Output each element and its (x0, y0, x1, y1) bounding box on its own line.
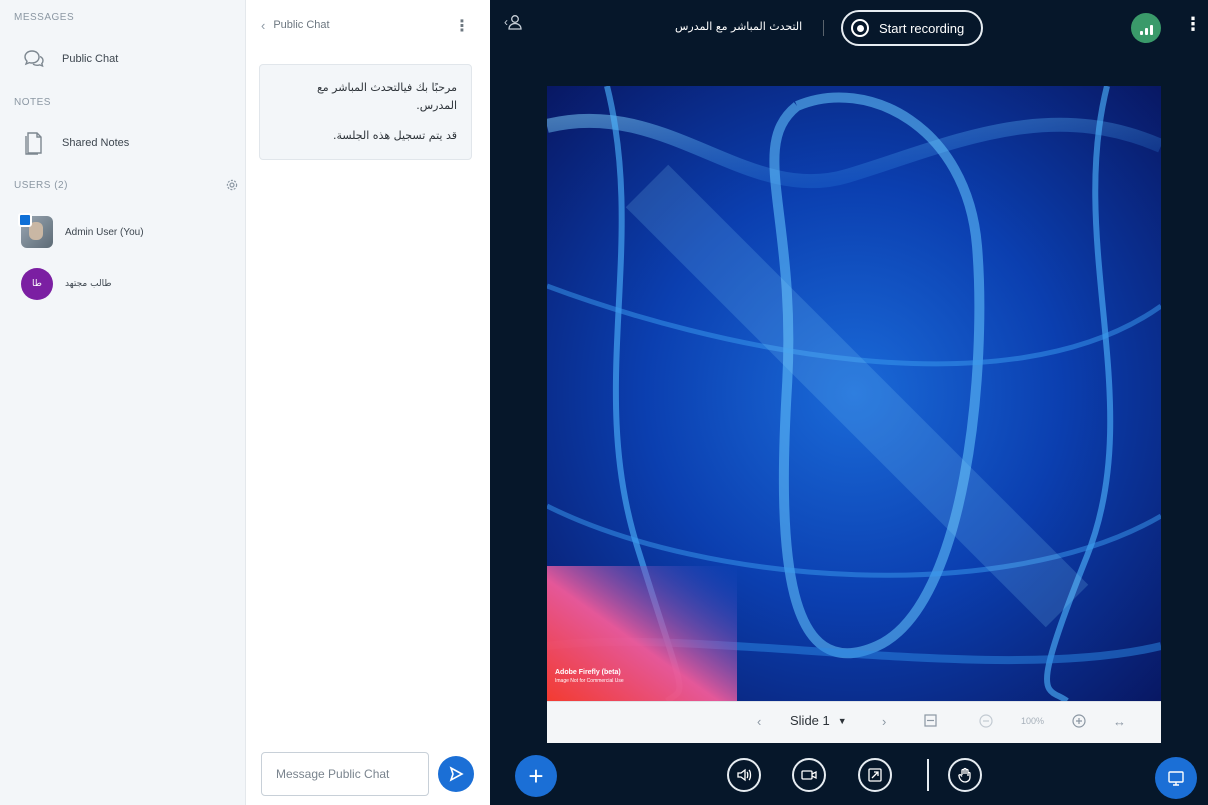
hand-icon (958, 767, 971, 783)
toggle-user-list-button[interactable]: ‹ (504, 14, 522, 30)
watermark: Adobe Firefly (beta) Image Not for Comme… (555, 668, 624, 686)
video-camera-icon (801, 770, 817, 780)
zoom-out-icon[interactable] (979, 714, 993, 728)
share-webcam-button[interactable] (792, 758, 826, 792)
chat-title[interactable]: Public Chat (273, 19, 329, 31)
user-name: طالب مجتهد (65, 279, 112, 289)
shared-notes-label: Shared Notes (62, 137, 130, 149)
chat-panel: ‹ Public Chat ⋮ مرحبًا بك فيالتحدث المبا… (247, 0, 490, 805)
record-icon (851, 19, 869, 37)
sidebar-item-shared-notes[interactable]: Shared Notes (0, 126, 246, 160)
divider (823, 20, 824, 36)
join-audio-button[interactable] (727, 758, 761, 792)
user-icon (508, 15, 522, 30)
user-name: Admin User (You) (65, 226, 144, 238)
notes-icon (20, 129, 48, 157)
raise-hand-button[interactable] (948, 758, 982, 792)
watermark-title: Adobe Firefly (beta) (555, 669, 621, 676)
share-screen-button[interactable] (858, 758, 892, 792)
chevron-down-icon: ▼ (837, 715, 847, 726)
gear-icon[interactable] (225, 178, 239, 192)
slide-select[interactable]: Slide 1 ▼ (790, 713, 847, 728)
public-chat-label: Public Chat (62, 53, 119, 65)
actions-plus-button[interactable]: + (515, 755, 557, 797)
moderator-badge-icon (18, 213, 32, 227)
messages-section-title: MESSAGES (14, 12, 75, 23)
fit-to-width-icon[interactable] (924, 714, 937, 727)
next-slide-icon[interactable]: › (882, 714, 886, 729)
actions-bar: + (490, 745, 1208, 805)
nav-bar: ‹ التحدث المباشر مع المدرس Start recordi… (490, 0, 1208, 56)
slide-label: Slide 1 (790, 713, 830, 728)
record-label: Start recording (879, 20, 965, 36)
zoom-in-icon[interactable] (1072, 714, 1086, 728)
chat-bubbles-icon (20, 45, 48, 73)
presentation-toolbar: ‹ Slide 1 ▼ › 100% ↔ (547, 701, 1161, 743)
previous-slide-icon[interactable]: ‹ (757, 714, 761, 729)
divider (927, 759, 929, 791)
welcome-line-1: مرحبًا بك فيالتحدث المباشر مع المدرس. (316, 81, 457, 112)
speaker-icon (737, 768, 752, 782)
welcome-line-2: قد يتم تسجيل هذه الجلسة. (332, 129, 457, 142)
chevron-left-icon[interactable]: ‹ (261, 18, 265, 33)
chat-options-icon[interactable]: ⋮ (454, 16, 470, 36)
fit-to-screen-icon[interactable]: ↔ (1113, 714, 1126, 729)
users-section-title: USERS (2) (14, 180, 68, 191)
connection-status-icon[interactable] (1131, 13, 1161, 43)
zoom-value: 100% (1021, 716, 1045, 726)
user-list-item[interactable]: طا طالب مجتهد (0, 264, 246, 304)
presentation-toggle-button[interactable] (1155, 757, 1197, 799)
message-input[interactable] (261, 752, 429, 796)
screen-share-icon (868, 768, 882, 782)
watermark-subtitle: Image Not for Commercial Use (555, 678, 624, 684)
monitor-icon (1168, 771, 1184, 786)
user-list-sidebar: MESSAGES Public Chat NOTES Shared Notes … (0, 0, 246, 805)
send-icon (449, 766, 464, 782)
slide-image (547, 86, 1161, 701)
presentation-area: ‹ التحدث المباشر مع المدرس Start recordi… (490, 0, 1208, 805)
welcome-message: مرحبًا بك فيالتحدث المباشر مع المدرس. قد… (259, 64, 472, 160)
send-button[interactable] (438, 756, 474, 792)
user-list-item[interactable]: Admin User (You) (0, 212, 246, 252)
notes-section-title: NOTES (14, 97, 51, 108)
avatar (18, 213, 53, 248)
options-menu-icon[interactable]: ⋮ (1184, 14, 1202, 35)
meeting-title: التحدث المباشر مع المدرس (675, 20, 803, 33)
avatar: طا (21, 268, 53, 300)
avatar-initials: طا (32, 279, 42, 289)
presentation-slide[interactable]: Adobe Firefly (beta) Image Not for Comme… (547, 86, 1161, 701)
sidebar-item-public-chat[interactable]: Public Chat (0, 42, 246, 76)
chat-header: ‹ Public Chat ⋮ (247, 10, 490, 40)
start-recording-button[interactable]: Start recording (841, 10, 983, 46)
